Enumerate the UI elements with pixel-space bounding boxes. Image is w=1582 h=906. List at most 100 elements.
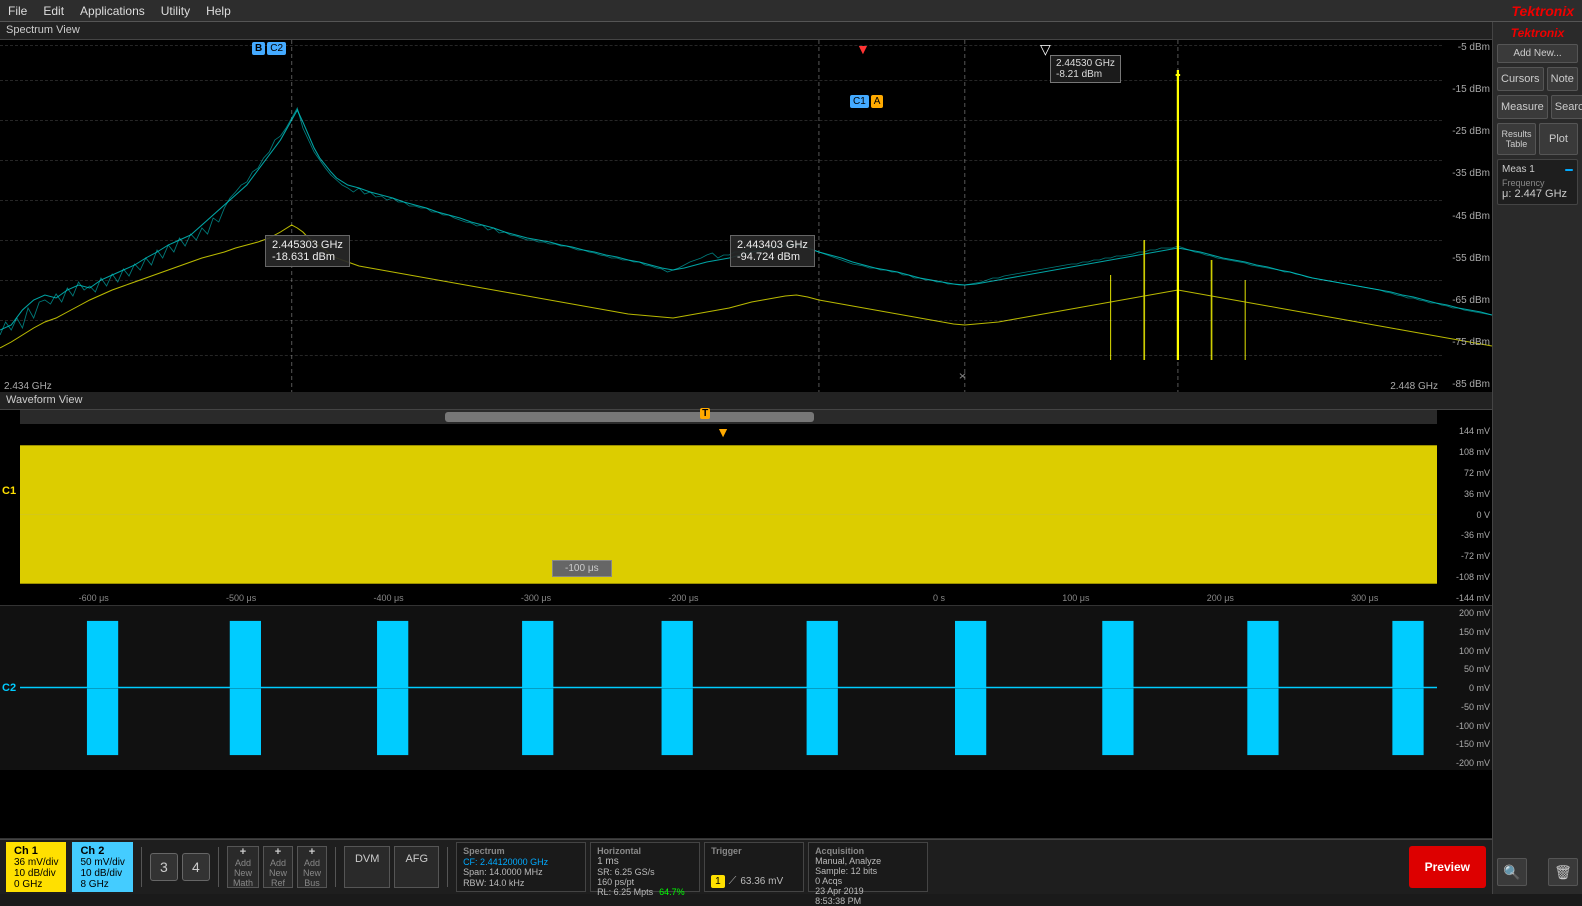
spectrum-canvas-area[interactable]: × -5 dBm -15 dBm -25 dBm -35 dBm -45 dBm… [0, 40, 1492, 392]
c2-y-n100: -100 mV [1442, 721, 1490, 731]
menu-utility[interactable]: Utility [161, 4, 190, 18]
ch1-db: 10 dB/div [14, 868, 58, 879]
menu-edit[interactable]: Edit [43, 4, 64, 18]
ch2-db: 10 dB/div [80, 868, 124, 879]
c2-y-0: 0 mV [1442, 683, 1490, 693]
horiz-info-panel: Horizontal 1 ms SR: 6.25 GS/s 160 ps/pt … [590, 842, 700, 892]
meas1-badge [1565, 169, 1573, 171]
c2-y-n150: -150 mV [1442, 739, 1490, 749]
afg-btn[interactable]: AFG [394, 846, 439, 888]
add-ref-label: Add [270, 858, 286, 868]
time-highlight-label: -100 μs [552, 560, 612, 577]
horiz-pct: 64.7% [659, 887, 685, 897]
search-button[interactable]: Search [1551, 95, 1582, 119]
meas1-panel: Meas 1 Frequency μ: 2.447 GHz [1497, 159, 1578, 205]
spectrum-view[interactable]: Spectrum View [0, 22, 1492, 392]
menu-applications[interactable]: Applications [80, 4, 145, 18]
add-bus-btn[interactable]: + Add New Bus [297, 846, 327, 888]
btn-4[interactable]: 4 [182, 853, 210, 881]
c2-y-axis: 200 mV 150 mV 100 mV 50 mV 0 mV -50 mV -… [1440, 606, 1492, 770]
ch2-indicator[interactable]: Ch 2 50 mV/div 10 dB/div 8 GHz [72, 842, 132, 892]
c1-y-axis: 144 mV 108 mV 72 mV 36 mV 0 V -36 mV -72… [1440, 424, 1492, 605]
horiz-pts: 160 ps/pt [597, 877, 693, 887]
delete-button[interactable]: 🗑 [1548, 858, 1578, 886]
ch2-label: Ch 2 [80, 845, 124, 857]
meas1-label: Meas 1 [1502, 164, 1535, 175]
content-area: Spectrum View [0, 22, 1492, 894]
acq-count: 0 Acqs [815, 876, 921, 886]
t-n600: -600 μs [79, 593, 109, 603]
results-table-button[interactable]: ResultsTable [1497, 123, 1536, 155]
cursor-a-label: A [871, 95, 884, 108]
sep-3 [335, 847, 336, 887]
bottom-toolbar: Ch 1 36 mV/div 10 dB/div 0 GHz Ch 2 50 m… [0, 839, 1492, 894]
ch1-scale: 36 mV/div [14, 857, 58, 868]
ch1-freq: 0 GHz [14, 879, 58, 890]
meas1-type: Frequency [1502, 178, 1573, 188]
ch1-indicator[interactable]: Ch 1 36 mV/div 10 dB/div 0 GHz [6, 842, 66, 892]
add-ref-label3: Ref [271, 878, 285, 888]
t-n400: -400 μs [373, 593, 403, 603]
c1-waveform-svg [20, 424, 1437, 605]
measure-button[interactable]: Measure [1497, 95, 1548, 119]
spectrum-svg: × [0, 40, 1492, 392]
time-axis: -600 μs -500 μs -400 μs -300 μs -200 μs … [20, 593, 1437, 603]
preview-button[interactable]: Preview [1409, 846, 1486, 888]
cursors-button[interactable]: Cursors [1497, 67, 1544, 91]
c2-y-200: 200 mV [1442, 608, 1490, 618]
plot-button[interactable]: Plot [1539, 123, 1578, 155]
cursor-c1-group: C1 A [850, 95, 883, 108]
trigger-level: 63.36 mV [740, 876, 783, 887]
ch2-freq: 8 GHz [80, 879, 124, 890]
t-n500: -500 μs [226, 593, 256, 603]
add-ref-label2: New [269, 868, 287, 878]
menu-file[interactable]: File [8, 4, 27, 18]
y-n144: -144 mV [1442, 593, 1490, 603]
add-math-label2: New [234, 868, 252, 878]
horiz-scale: 1 ms [597, 856, 693, 867]
ch2-scale: 50 mV/div [80, 857, 124, 868]
add-math-btn[interactable]: + Add New Math [227, 846, 259, 888]
sep-2 [218, 847, 219, 887]
dvm-btn[interactable]: DVM [344, 846, 390, 888]
waveform-view[interactable]: Waveform View T C1 [0, 392, 1492, 839]
waveform-view-title: Waveform View [0, 392, 1492, 410]
sep-4 [447, 847, 448, 887]
x-label-left: 2.434 GHz [4, 381, 52, 392]
t-n200: -200 μs [668, 593, 698, 603]
btn-3[interactable]: 3 [150, 853, 178, 881]
menu-help[interactable]: Help [206, 4, 231, 18]
cursor-b-group: B C2 [252, 42, 286, 55]
note-button[interactable]: Note [1547, 67, 1578, 91]
spectrum-rbw: RBW: 14.0 kHz [463, 878, 579, 888]
c2-y-n50: -50 mV [1442, 702, 1490, 712]
menu-bar: File Edit Applications Utility Help Tekt… [0, 0, 1582, 22]
horiz-sr: SR: 6.25 GS/s [597, 867, 693, 877]
waveform-scrollbar[interactable]: T [20, 410, 1437, 424]
add-ref-btn[interactable]: + Add New Ref [263, 846, 293, 888]
meas1-title-row: Meas 1 [1502, 164, 1573, 175]
x-label-right: 2.448 GHz [1390, 381, 1438, 392]
meas1-value: μ: 2.447 GHz [1502, 188, 1573, 200]
c2-waveform-section[interactable]: C2 200 mV 150 mV 100 mV 50 mV 0 mV -50 m… [0, 605, 1492, 770]
add-bus-label2: New [303, 868, 321, 878]
right-panel-brand: Tektronix [1497, 26, 1578, 40]
trigger-t-marker: ▼ [716, 424, 730, 440]
acq-date: 23 Apr 2019 [815, 886, 921, 896]
zoom-in-button[interactable]: 🔍 [1497, 858, 1527, 886]
add-bus-label: Add [304, 858, 320, 868]
c2-y-n200: -200 mV [1442, 758, 1490, 768]
t-300: 300 μs [1351, 593, 1378, 603]
add-bus-label3: Bus [304, 878, 320, 888]
spectrum-cf: CF: 2.44120000 GHz [463, 857, 579, 867]
cursor-c2-label: C2 [267, 42, 286, 55]
c2-y-50: 50 mV [1442, 664, 1490, 674]
sep-1 [141, 847, 142, 887]
c1-waveform-section[interactable]: T C1 ▼ 144 mV 108 mV 72 [0, 410, 1492, 605]
trigger-panel-title: Trigger [711, 846, 797, 856]
spectrum-x-axis: 2.434 GHz 2.448 GHz [0, 381, 1442, 392]
add-new-button[interactable]: Add New... [1497, 44, 1578, 63]
horiz-panel-title: Horizontal [597, 846, 693, 856]
scrollbar-thumb[interactable] [445, 412, 813, 422]
c1-channel-label: C1 [2, 485, 16, 497]
